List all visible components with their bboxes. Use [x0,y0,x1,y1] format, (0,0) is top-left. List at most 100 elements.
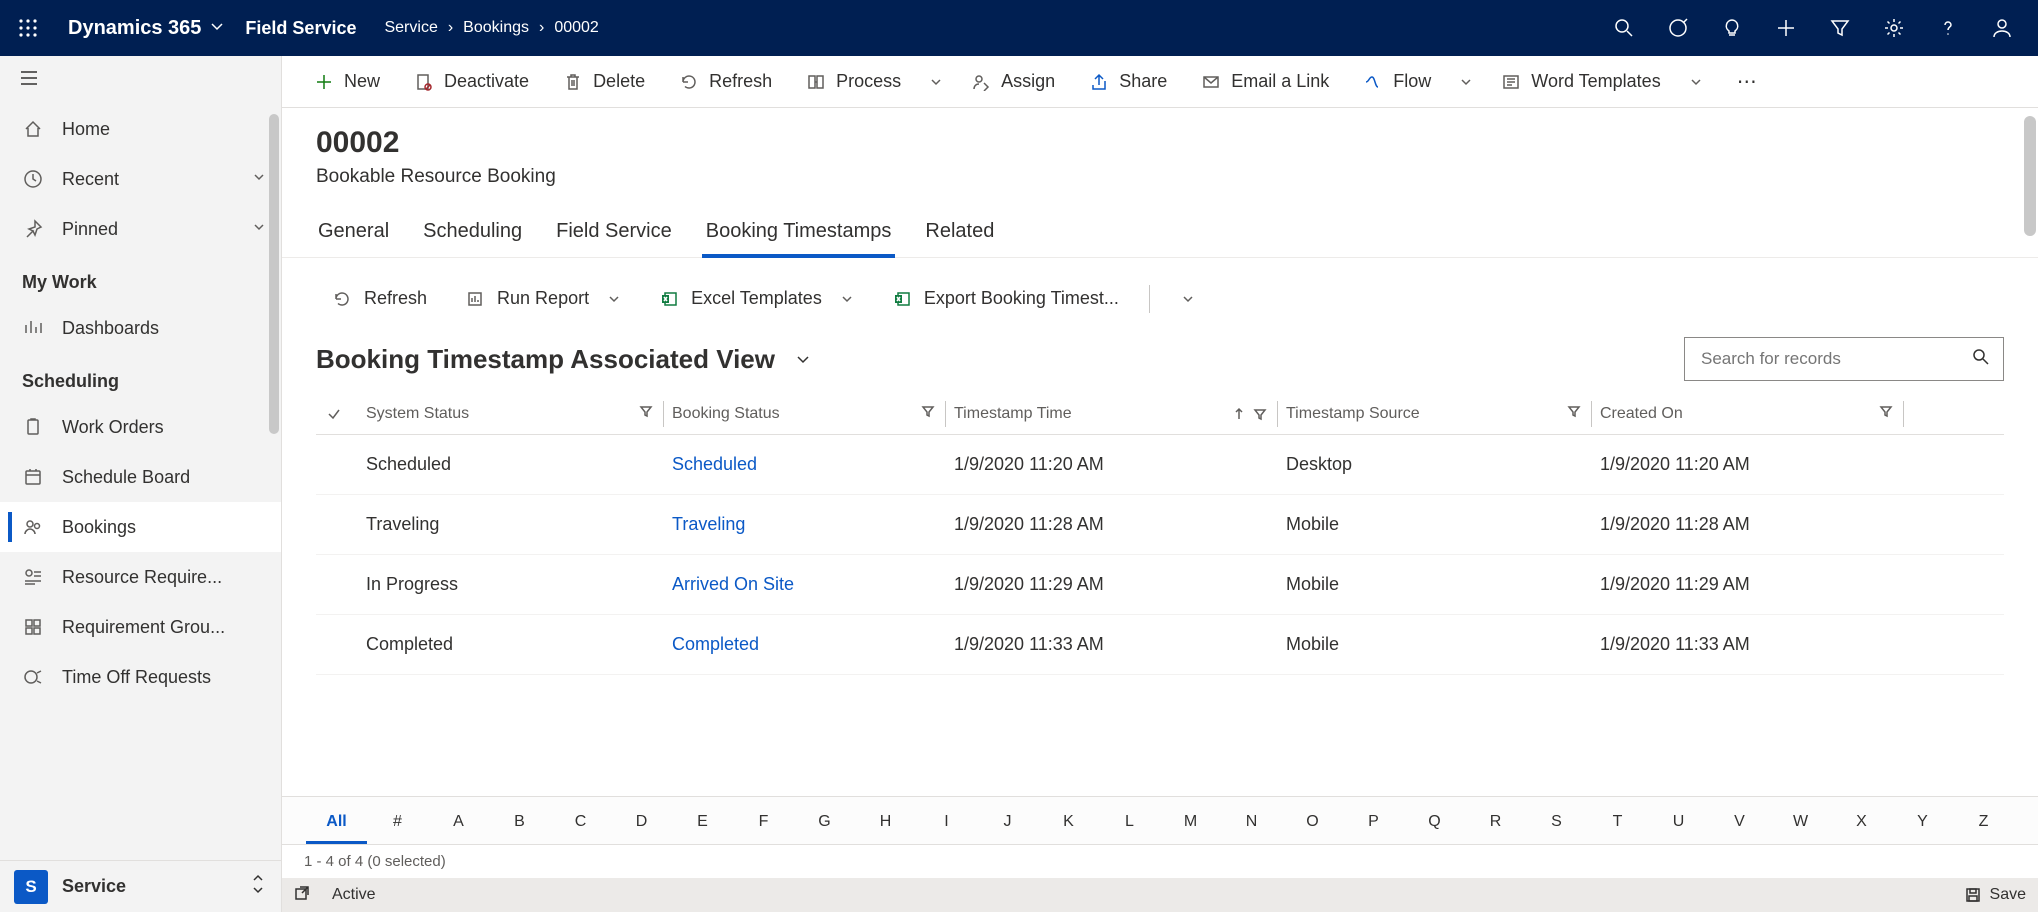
breadcrumb-item[interactable]: Service [384,19,437,37]
alpha-n[interactable]: N [1221,807,1282,844]
delete-button[interactable]: Delete [549,65,659,98]
table-row[interactable]: Traveling Traveling 1/9/2020 11:28 AM Mo… [316,495,2004,555]
task-icon[interactable] [1652,0,1704,56]
col-created-on[interactable]: Created On [1600,401,1912,427]
alpha-a[interactable]: A [428,807,489,844]
hamburger-icon[interactable] [18,67,40,94]
lookup-link[interactable]: Arrived On Site [672,574,794,594]
tab-fieldservice[interactable]: Field Service [554,212,674,257]
lookup-link[interactable]: Traveling [672,514,745,534]
alpha-p[interactable]: P [1343,807,1404,844]
popout-icon[interactable] [294,885,310,906]
nav-recent[interactable]: Recent [0,154,281,204]
subgrid-more-dropdown[interactable] [1164,285,1212,313]
alpha-m[interactable]: M [1160,807,1221,844]
search-icon[interactable] [1598,0,1650,56]
search-input[interactable] [1701,349,1971,369]
nav-resource-requirements[interactable]: Resource Require... [0,552,281,602]
lookup-link[interactable]: Scheduled [672,454,757,474]
export-button[interactable]: Export Booking Timest... [876,282,1135,315]
plus-icon[interactable] [1760,0,1812,56]
save-button[interactable]: Save [1964,886,2026,904]
process-dropdown[interactable] [921,69,951,95]
alpha-l[interactable]: L [1099,807,1160,844]
exceltpl-button[interactable]: Excel Templates [643,282,870,315]
sort-asc-icon[interactable] [1233,407,1267,421]
select-all-checkbox[interactable] [316,406,360,422]
alpha-e[interactable]: E [672,807,733,844]
alpha-f[interactable]: F [733,807,794,844]
nav-home[interactable]: Home [0,104,281,154]
lookup-link[interactable]: Completed [672,634,759,654]
alpha-all[interactable]: All [306,807,367,844]
nav-requirement-groups[interactable]: Requirement Grou... [0,602,281,652]
lightbulb-icon[interactable] [1706,0,1758,56]
table-row[interactable]: Scheduled Scheduled 1/9/2020 11:20 AM De… [316,435,2004,495]
table-row[interactable]: Completed Completed 1/9/2020 11:33 AM Mo… [316,615,2004,675]
nav-dashboards[interactable]: Dashboards [0,303,281,353]
app-launcher-icon[interactable] [0,0,56,56]
alpha-j[interactable]: J [977,807,1038,844]
col-timestamp-time[interactable]: Timestamp Time [954,401,1286,427]
emaillink-button[interactable]: Email a Link [1187,65,1343,98]
area-switcher[interactable]: S Service [0,860,281,912]
alpha-z[interactable]: Z [1953,807,2014,844]
alpha-g[interactable]: G [794,807,855,844]
more-commands-button[interactable]: ⋯ [1727,63,1769,100]
assign-button[interactable]: Assign [957,65,1069,98]
search-records-box[interactable] [1684,337,2004,381]
filter-icon[interactable] [1567,404,1581,423]
nav-bookings[interactable]: Bookings [0,502,281,552]
scrollbar-thumb[interactable] [269,114,279,434]
wordtpl-button[interactable]: Word Templates [1487,65,1674,98]
view-selector[interactable]: Booking Timestamp Associated View [316,344,813,375]
tab-scheduling[interactable]: Scheduling [421,212,524,257]
scrollbar-thumb[interactable] [2024,116,2036,236]
col-timestamp-source[interactable]: Timestamp Source [1286,401,1600,427]
alpha-k[interactable]: K [1038,807,1099,844]
filter-icon[interactable] [921,404,935,423]
alpha-i[interactable]: I [916,807,977,844]
flow-button[interactable]: Flow [1349,65,1445,98]
tab-general[interactable]: General [316,212,391,257]
process-button[interactable]: Process [792,65,915,98]
alpha-#[interactable]: # [367,807,428,844]
breadcrumb-item[interactable]: Bookings [463,19,529,37]
alpha-q[interactable]: Q [1404,807,1465,844]
new-button[interactable]: New [300,65,394,98]
col-system-status[interactable]: System Status [360,401,672,427]
alpha-x[interactable]: X [1831,807,1892,844]
nav-scheduleboard[interactable]: Schedule Board [0,452,281,502]
alpha-b[interactable]: B [489,807,550,844]
wordtpl-dropdown[interactable] [1681,69,1711,95]
nav-workorders[interactable]: Work Orders [0,402,281,452]
alpha-t[interactable]: T [1587,807,1648,844]
alpha-c[interactable]: C [550,807,611,844]
alpha-r[interactable]: R [1465,807,1526,844]
brand-label[interactable]: Dynamics 365 [56,17,209,40]
tab-bookingtimestamps[interactable]: Booking Timestamps [704,212,894,257]
nav-timeoff[interactable]: Time Off Requests [0,652,281,702]
col-booking-status[interactable]: Booking Status [672,401,954,427]
alpha-u[interactable]: U [1648,807,1709,844]
alpha-w[interactable]: W [1770,807,1831,844]
alpha-v[interactable]: V [1709,807,1770,844]
runreport-button[interactable]: Run Report [449,282,637,315]
gear-icon[interactable] [1868,0,1920,56]
filter-icon[interactable] [1814,0,1866,56]
alpha-d[interactable]: D [611,807,672,844]
filter-icon[interactable] [1879,404,1893,423]
app-area-label[interactable]: Field Service [245,18,384,39]
help-icon[interactable] [1922,0,1974,56]
search-icon[interactable] [1971,347,1991,372]
alpha-s[interactable]: S [1526,807,1587,844]
chevron-down-icon[interactable] [251,219,267,240]
share-button[interactable]: Share [1075,65,1181,98]
table-row[interactable]: In Progress Arrived On Site 1/9/2020 11:… [316,555,2004,615]
breadcrumb-item[interactable]: 00002 [554,19,599,37]
subgrid-refresh-button[interactable]: Refresh [316,282,443,315]
flow-dropdown[interactable] [1451,69,1481,95]
alpha-y[interactable]: Y [1892,807,1953,844]
refresh-button[interactable]: Refresh [665,65,786,98]
filter-icon[interactable] [639,404,653,423]
